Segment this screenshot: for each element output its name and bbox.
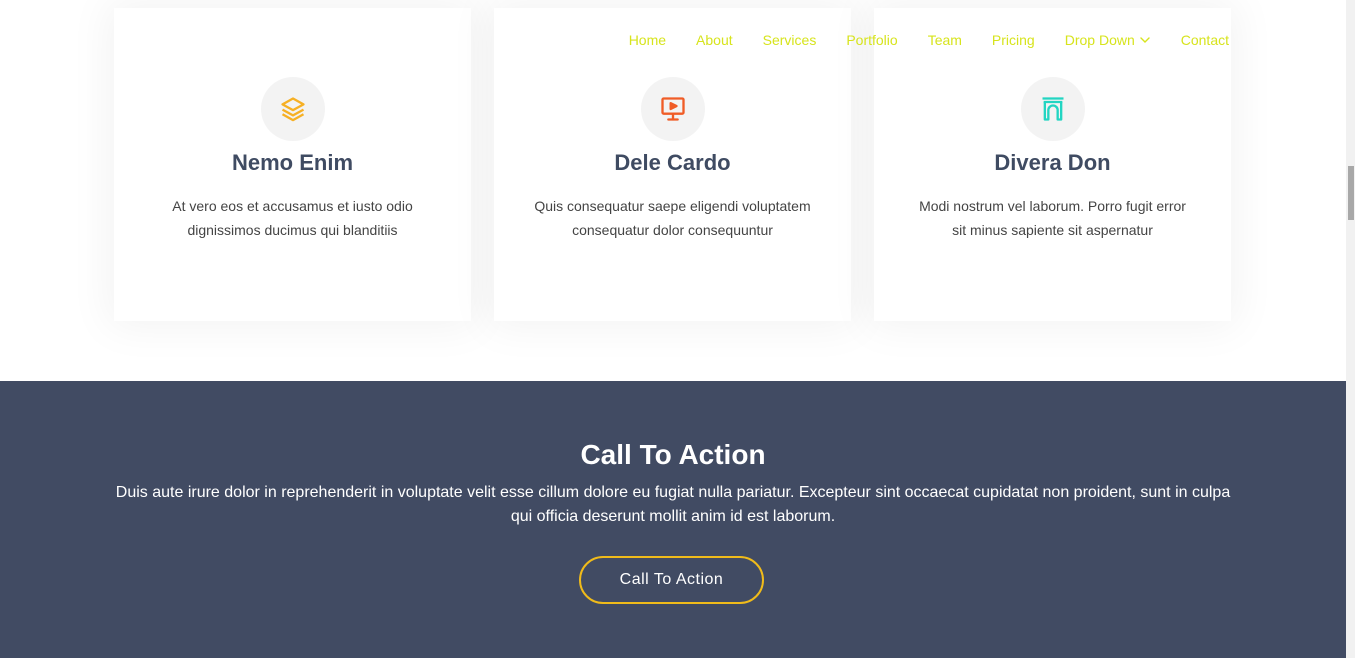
nav-team[interactable]: Team (928, 32, 962, 48)
service-card-3: Divera Don Modi nostrum vel laborum. Por… (874, 8, 1231, 321)
service-card-1: Nemo Enim At vero eos et accusamus et iu… (114, 8, 471, 321)
scrollbar-thumb[interactable] (1348, 166, 1354, 220)
arch-icon (1020, 77, 1085, 141)
services-section: Nemo Enim At vero eos et accusamus et iu… (0, 0, 1346, 381)
cta-title: Call To Action (580, 439, 766, 470)
nav-home[interactable]: Home (629, 32, 666, 48)
service-card-2: Dele Cardo Quis consequatur saepe eligen… (494, 8, 851, 321)
nav-portfolio[interactable]: Portfolio (846, 32, 897, 48)
chevron-down-icon (1140, 37, 1150, 43)
nav-services[interactable]: Services (763, 32, 817, 48)
page: Nemo Enim At vero eos et accusamus et iu… (0, 0, 1355, 658)
main-nav: Home About Services Portfolio Team Prici… (629, 32, 1229, 48)
cta-text: Duis aute irure dolor in reprehenderit i… (115, 484, 1231, 525)
nav-about[interactable]: About (696, 32, 733, 48)
service-title: Divera Don (994, 150, 1111, 175)
nav-dropdown-label: Drop Down (1064, 32, 1135, 48)
service-description: Quis consequatur saepe eligendi voluptat… (534, 198, 811, 238)
service-title: Dele Cardo (614, 150, 731, 175)
call-to-action-section: Call To Action Duis aute irure dolor in … (0, 381, 1346, 658)
nav-contact[interactable]: Contact (1181, 32, 1229, 48)
cta-button[interactable]: Call To Action (579, 556, 764, 604)
nav-dropdown[interactable]: Drop Down (1065, 32, 1151, 48)
presentation-play-icon (640, 77, 705, 141)
service-description: Modi nostrum vel laborum. Porro fugit er… (919, 198, 1186, 238)
service-title: Nemo Enim (231, 150, 354, 175)
service-description: At vero eos et accusamus et iusto odio d… (172, 198, 413, 238)
nav-pricing[interactable]: Pricing (992, 32, 1035, 48)
vertical-scrollbar[interactable] (1346, 0, 1355, 658)
layers-icon (260, 77, 325, 141)
